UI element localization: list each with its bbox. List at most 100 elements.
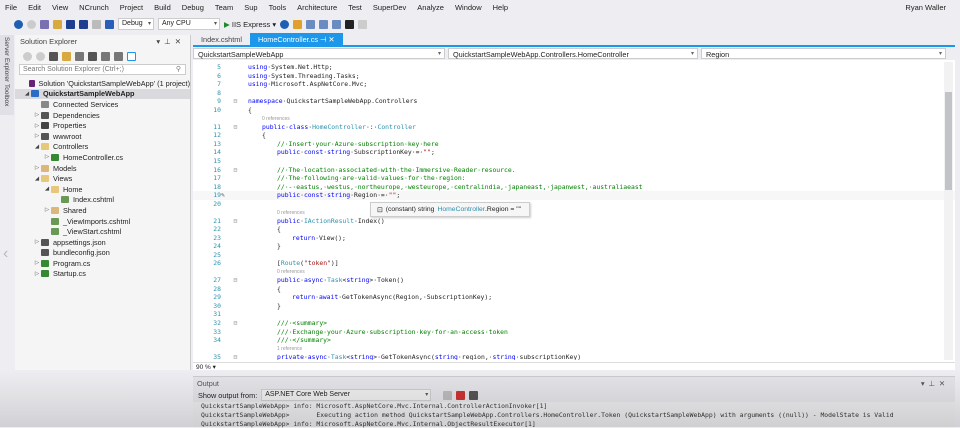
tree-item[interactable]: ▷ Startup.cs [15,269,190,280]
browser-link-icon[interactable] [293,19,303,29]
show-all-files-icon[interactable] [114,51,123,61]
menu-ncrunch[interactable]: NCrunch [79,3,109,12]
clear-all-icon[interactable] [456,390,466,400]
output-source-select[interactable]: ASP.NET Core Web Server [261,389,432,401]
tree-item[interactable]: ▷ wwwroot [15,131,190,142]
menu-view[interactable]: View [52,3,68,12]
tree-item[interactable]: ◢ Controllers [15,142,190,153]
find-message-icon[interactable] [443,390,453,400]
scrollbar-thumb[interactable] [945,92,952,190]
save-icon[interactable] [66,19,75,29]
menu-edit[interactable]: Edit [28,3,41,12]
menu-team[interactable]: Team [215,3,233,12]
tree-item[interactable]: _ViewStart.cshtml [15,226,190,237]
menu-sup[interactable]: Sup [244,3,257,12]
pane-controls[interactable]: ▾⊥✕ [156,37,185,46]
tab-homecontroller-cs[interactable]: HomeController.cs ⊣ ✕ [249,33,343,45]
server-explorer-tab[interactable]: Server Explorer [3,37,10,82]
fold-toggle-icon[interactable]: ⊟ [223,97,248,106]
zoom-level-select[interactable]: 90 % ▾ [193,362,955,371]
fold-toggle-icon[interactable]: ⊟ [223,166,248,175]
forward-icon[interactable] [36,51,45,61]
expand-toggle-icon[interactable]: ▷ [33,271,41,277]
expand-toggle-icon[interactable]: ▷ [33,133,41,139]
run-button[interactable]: ▶ IIS Express ▾ [224,20,276,29]
tree-item[interactable]: ◢ Views [15,173,190,184]
menu-analyze[interactable]: Analyze [417,3,444,12]
codelens-references[interactable]: 1 reference [193,345,955,353]
indent-icon[interactable] [332,19,342,29]
save-all-icon[interactable] [79,19,88,29]
switch-views-icon[interactable] [62,51,71,61]
tree-item[interactable]: Index.cshtml [15,195,190,206]
word-wrap-icon[interactable] [469,390,479,400]
expand-toggle-icon[interactable]: ◢ [43,186,51,192]
fold-toggle-icon[interactable]: ⊟ [223,319,248,328]
codelens-references[interactable]: 0 references [193,209,955,217]
output-text[interactable]: QuickstartSampleWebApp> info: Microsoft.… [193,402,955,428]
tree-item[interactable]: Connected Services [15,99,190,110]
configuration-select[interactable]: Debug [118,18,154,30]
tree-item[interactable]: Solution 'QuickstartSampleWebApp' (1 pro… [15,78,190,89]
expand-toggle-icon[interactable]: ▷ [33,239,41,245]
expand-toggle-icon[interactable]: ▷ [43,154,51,160]
menu-file[interactable]: File [5,3,17,12]
class-dropdown[interactable]: QuickstartSampleWebApp.Controllers.HomeC… [448,48,698,59]
refresh-icon[interactable] [280,19,290,29]
tree-item[interactable]: ▷ Program.cs [15,258,190,269]
fold-toggle-icon[interactable]: ⊟ [223,217,248,226]
back-icon[interactable] [23,51,32,61]
expand-toggle-icon[interactable]: ◢ [33,144,41,150]
expand-toggle-icon[interactable]: ▷ [33,123,41,129]
menu-superdev[interactable]: SuperDev [373,3,406,12]
bookmark-icon[interactable] [345,19,355,29]
next-bookmark-icon[interactable] [358,19,368,29]
tree-item[interactable]: ▷ Dependencies [15,110,190,121]
tree-item[interactable]: _ViewImports.cshtml [15,216,190,227]
codelens-references[interactable]: 0 references [193,115,955,123]
menu-help[interactable]: Help [493,3,508,12]
search-solution-explorer-input[interactable]: Search Solution Explorer (Ctrl+;) ⚲ [19,64,186,75]
fold-toggle-icon[interactable]: ⊟ [223,353,248,360]
menu-project[interactable]: Project [120,3,143,12]
expand-toggle-icon[interactable]: ◢ [33,176,41,182]
close-tab-icon[interactable]: ✕ [328,35,334,44]
collapse-chevron-icon[interactable]: ‹ [3,245,8,263]
menu-architecture[interactable]: Architecture [297,3,337,12]
user-account[interactable]: Ryan Waller [905,3,946,12]
platform-select[interactable]: Any CPU [158,18,220,30]
tree-item[interactable]: ▷ appsettings.json [15,237,190,248]
sync-icon[interactable] [88,51,97,61]
new-project-icon[interactable] [40,19,49,29]
tab-index-cshtml[interactable]: Index.cshtml [193,33,250,45]
expand-toggle-icon[interactable]: ◢ [23,91,31,97]
member-dropdown[interactable]: Region [701,48,946,59]
undo-icon[interactable] [92,19,101,29]
project-dropdown[interactable]: QuickstartSampleWebApp [193,48,445,59]
pending-changes-icon[interactable] [75,51,84,61]
codelens-references[interactable]: 0 references [193,268,955,276]
pin-icon[interactable]: ⊣ [320,35,326,44]
step-icon[interactable] [306,19,316,29]
menu-debug[interactable]: Debug [182,3,204,12]
fold-toggle-icon[interactable]: ⊟ [223,276,248,285]
menu-test[interactable]: Test [348,3,362,12]
menu-tools[interactable]: Tools [269,3,287,12]
home-icon[interactable] [49,51,58,61]
tree-item[interactable]: bundleconfig.json [15,248,190,259]
expand-toggle-icon[interactable]: ▷ [43,207,51,213]
track-active-item-icon[interactable] [127,51,136,61]
code-area[interactable]: 5 using·System.Net.Http; 6 using·System.Thr… [193,60,955,360]
forward-icon[interactable] [27,19,36,29]
pane-controls[interactable]: ▾⊥✕ [921,379,949,388]
expand-toggle-icon[interactable]: ▷ [33,260,41,266]
toolbox-tab[interactable]: Toolbox [3,84,10,106]
redo-icon[interactable] [105,19,114,29]
tree-item[interactable]: ◢ Home [15,184,190,195]
tree-item[interactable]: ▷ Shared [15,205,190,216]
menu-window[interactable]: Window [455,3,482,12]
open-icon[interactable] [53,19,62,29]
collapse-all-icon[interactable] [101,51,110,61]
step-over-icon[interactable] [319,19,329,29]
fold-toggle-icon[interactable]: ⊟ [223,123,248,132]
